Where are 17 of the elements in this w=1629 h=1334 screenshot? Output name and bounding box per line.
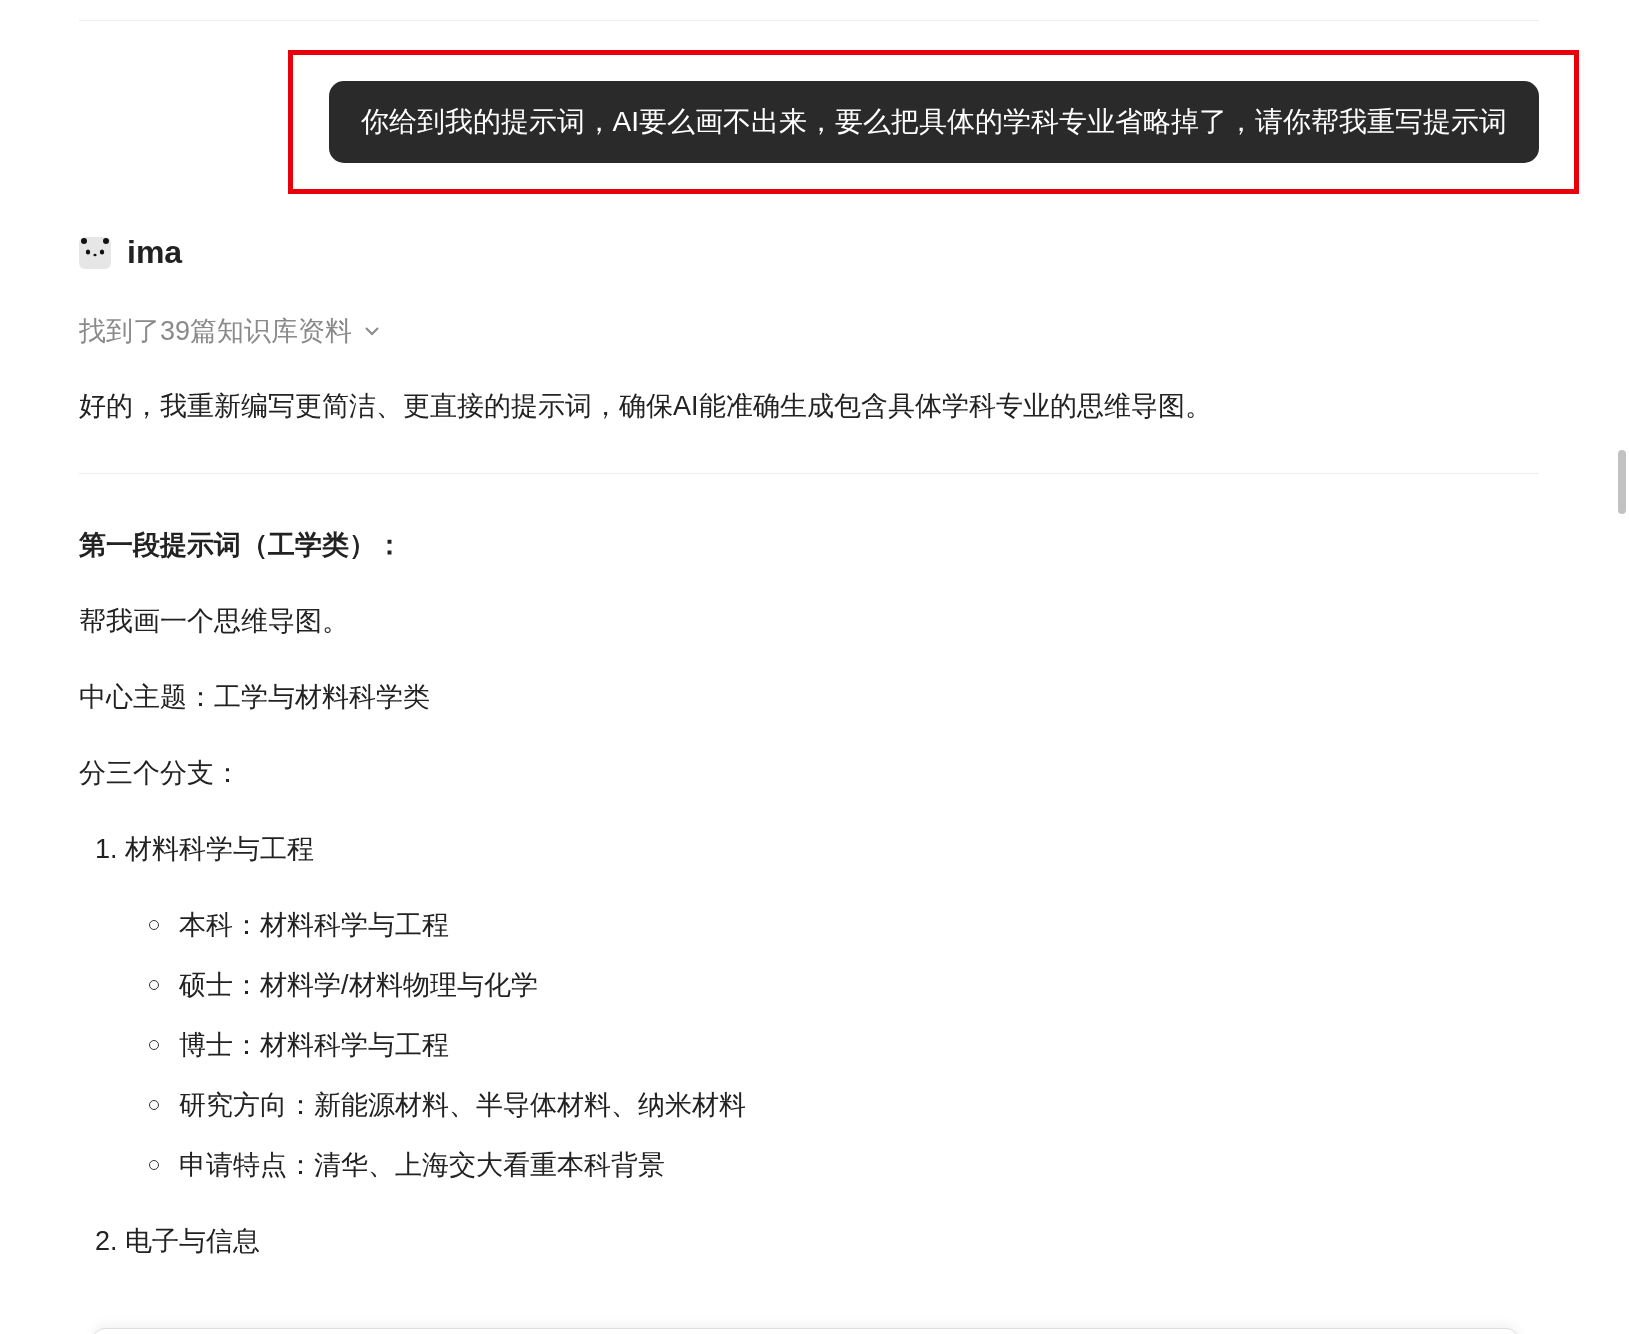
list-item: 2. 电子与信息	[94, 1225, 262, 1258]
panda-avatar-icon	[79, 236, 111, 269]
paragraph: 中心主题：工学与材料科学类	[79, 681, 431, 714]
sources-toggle[interactable]: 找到了39篇知识库资料	[79, 313, 383, 349]
assistant-name: ima	[127, 234, 183, 271]
intro-paragraph: 好的，我重新编写更简洁、更直接的提示词，确保AI能准确生成包含具体学科专业的思维导图。	[79, 390, 1213, 423]
sub-list-item: 申请特点：清华、上海交大看重本科背景	[179, 1149, 665, 1182]
user-message-bubble: 你给到我的提示词，AI要么画不出来，要么把具体的学科专业省略掉了，请你帮我重写提示词	[328, 81, 1539, 163]
section-heading: 第一段提示词（工学类）：	[79, 529, 404, 562]
paragraph: 分三个分支：	[79, 757, 242, 790]
scrollbar-thumb[interactable]	[1618, 450, 1626, 514]
sub-list-item: 本科：材料科学与工程	[179, 909, 449, 942]
sub-list-item: 博士：材料科学与工程	[179, 1029, 449, 1062]
sub-list-item: 研究方向：新能源材料、半导体材料、纳米材料	[179, 1089, 746, 1122]
list-item: 1. 材料科学与工程	[94, 833, 316, 866]
paragraph: 帮我画一个思维导图。	[79, 605, 350, 638]
sub-list-item: 硕士：材料学/材料物理与化学	[179, 969, 538, 1002]
